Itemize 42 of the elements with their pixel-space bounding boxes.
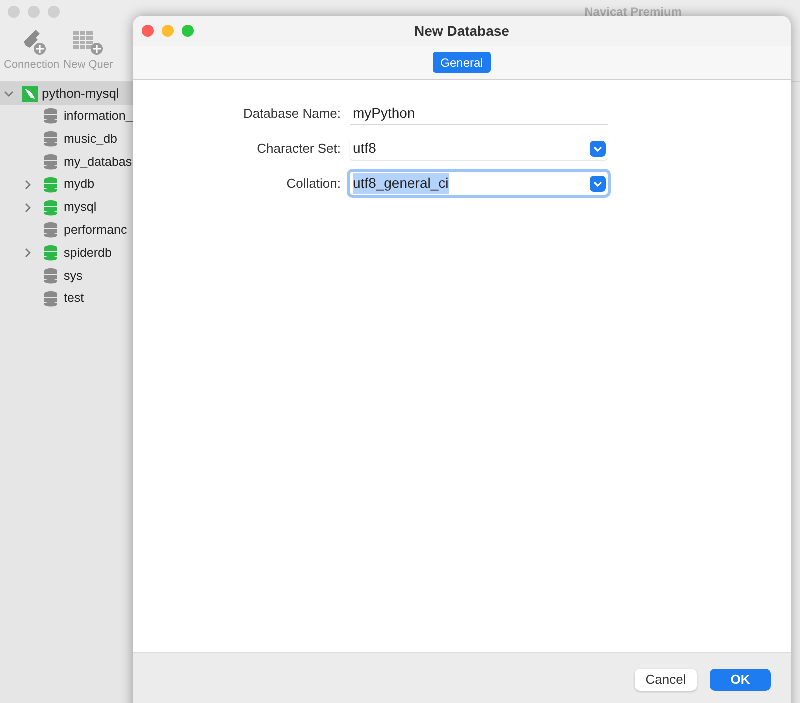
chevron-icon	[24, 248, 32, 258]
minimize-button[interactable]	[162, 25, 174, 37]
tree-item[interactable]: spiderdb	[0, 242, 133, 265]
tree-item[interactable]: python-mysql	[0, 82, 133, 105]
chevron-down-icon	[590, 176, 606, 192]
database-icon	[44, 108, 58, 124]
tree-item[interactable]: sys	[0, 264, 133, 288]
database-icon	[44, 131, 58, 148]
database-icon	[44, 154, 58, 170]
dropdown-field[interactable]: utf8	[350, 137, 608, 160]
connection-icon	[22, 86, 38, 102]
input-field[interactable]: myPython	[350, 102, 608, 125]
window-control[interactable]	[48, 6, 60, 18]
database-icon	[44, 200, 58, 216]
ok-button[interactable]: OK	[710, 669, 771, 691]
tree-item[interactable]: music_db	[0, 128, 133, 151]
dialog-title: New Database	[414, 22, 510, 40]
chevron-icon	[24, 180, 32, 190]
chevron-icon	[24, 202, 32, 213]
database-icon	[44, 290, 58, 307]
close-button[interactable]	[142, 25, 154, 37]
tree-item[interactable]: test	[0, 287, 133, 310]
window-control[interactable]	[28, 6, 40, 18]
chevron-down-icon	[590, 140, 606, 156]
field-label: Database Name:	[242, 104, 342, 123]
field-label: Collation:	[286, 174, 342, 193]
tree-item[interactable]: information_	[0, 105, 133, 128]
database-icon	[44, 268, 58, 284]
tree-item[interactable]: performanc	[0, 218, 133, 242]
database-icon	[44, 222, 58, 238]
database-icon	[44, 176, 58, 193]
database-icon	[44, 245, 58, 262]
window-control[interactable]	[8, 6, 20, 18]
zoom-button[interactable]	[182, 25, 194, 37]
tab[interactable]: General	[432, 52, 492, 73]
cancel-button[interactable]: Cancel	[635, 669, 697, 691]
field-label: Character Set:	[256, 140, 342, 158]
table-plus-icon	[71, 28, 106, 56]
tree-item[interactable]: mydb	[0, 173, 133, 196]
dropdown-field[interactable]: utf8_general_ci	[350, 172, 608, 195]
tree-item[interactable]: mysql	[0, 196, 133, 219]
tree-item[interactable]: my_databas	[0, 150, 133, 174]
